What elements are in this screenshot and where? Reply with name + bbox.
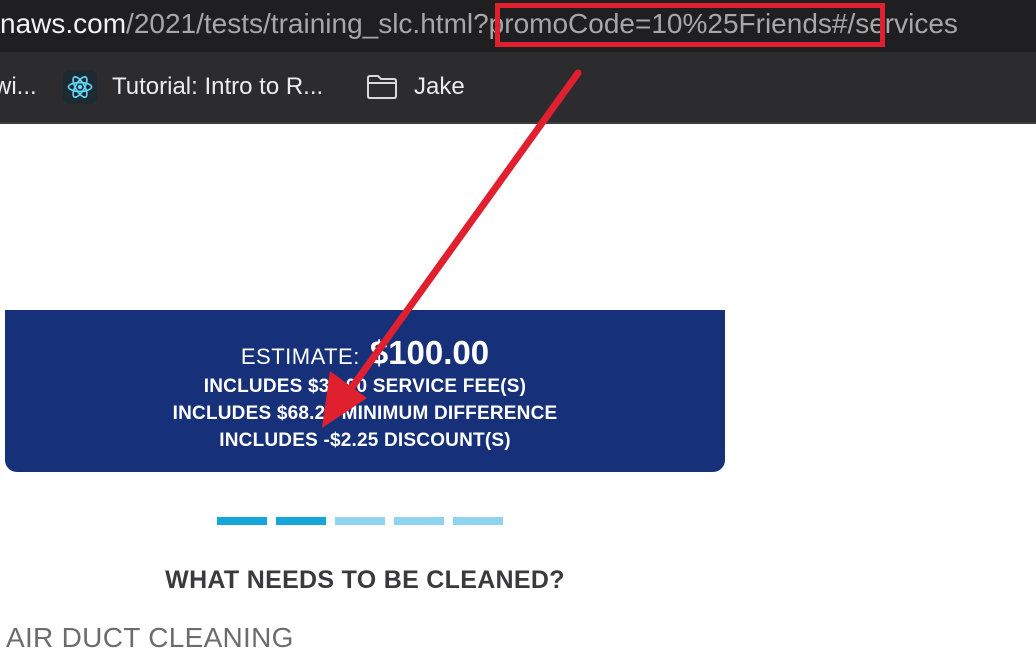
estimate-total: ESTIMATE: $100.00 (5, 334, 725, 372)
address-bar[interactable]: naws.com/2021/tests/training_slc.html?pr… (0, 0, 1036, 52)
bookmark-item-partial[interactable]: wi... (0, 52, 37, 122)
section-question: WHAT NEEDS TO BE CLEANED? (165, 566, 565, 594)
bookmark-label: Jake (414, 73, 465, 100)
progress-step (394, 517, 444, 525)
url-host: naws.com (0, 8, 127, 39)
bookmark-label: wi... (0, 73, 37, 100)
progress-steps (217, 517, 512, 525)
minimum-difference-line: INCLUDES $68.25 MINIMUM DIFFERENCE (172, 403, 558, 424)
bookmark-item-react-tutorial[interactable]: Tutorial: Intro to R... (63, 52, 323, 122)
react-logo-icon (63, 70, 97, 104)
bookmark-folder-jake[interactable]: Jake (366, 52, 465, 122)
folder-icon (366, 74, 398, 100)
service-option-title[interactable]: AIR DUCT CLEANING (6, 622, 294, 654)
progress-step (453, 517, 503, 525)
estimate-amount: $100.00 (369, 334, 490, 371)
progress-step (217, 517, 267, 525)
service-fee-line: INCLUDES $34.00 SERVICE FEE(S) (203, 376, 527, 397)
estimate-label: ESTIMATE: (240, 344, 360, 369)
promo-code-highlight-box (495, 3, 885, 47)
progress-step (276, 517, 326, 525)
discount-line: INCLUDES -$2.25 DISCOUNT(S) (219, 430, 511, 451)
bookmark-label: Tutorial: Intro to R... (112, 73, 324, 100)
estimate-panel: ESTIMATE: $100.00 INCLUDES $34.00 SERVIC… (5, 310, 725, 472)
progress-step (335, 517, 385, 525)
bookmarks-bar: wi... Tutorial: Intro to R... Jake (0, 52, 1036, 124)
